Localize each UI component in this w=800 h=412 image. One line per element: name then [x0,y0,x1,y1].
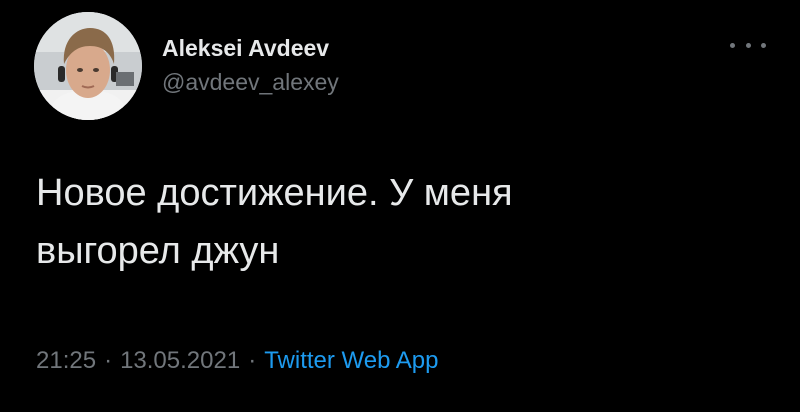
tweet-source-link[interactable]: Twitter Web App [264,347,438,374]
author-handle[interactable]: @avdeev_alexey [162,68,339,96]
more-dot [745,42,751,48]
more-dot [761,42,766,48]
author-block: Aleksei Avdeev @avdeev_alexey [162,34,339,96]
more-dot [730,42,735,48]
tweet-time[interactable]: 21:25 [36,347,96,374]
tweet-meta: 21:25 · 13.05.2021 · Twitter Web App [36,346,439,376]
more-horizontal-icon[interactable] [730,34,766,56]
tweet-text: Новое достижение. У меня выгорел джун [36,172,513,272]
tweet-card: Aleksei Avdeev @avdeev_alexey Новое дост… [0,0,800,412]
tweet-date[interactable]: 13.05.2021 [120,347,240,374]
author-display-name[interactable]: Aleksei Avdeev [162,34,339,62]
avatar-photo [34,12,142,120]
meta-separator: · [248,347,257,374]
meta-separator: · [104,347,113,374]
avatar[interactable] [34,12,142,120]
